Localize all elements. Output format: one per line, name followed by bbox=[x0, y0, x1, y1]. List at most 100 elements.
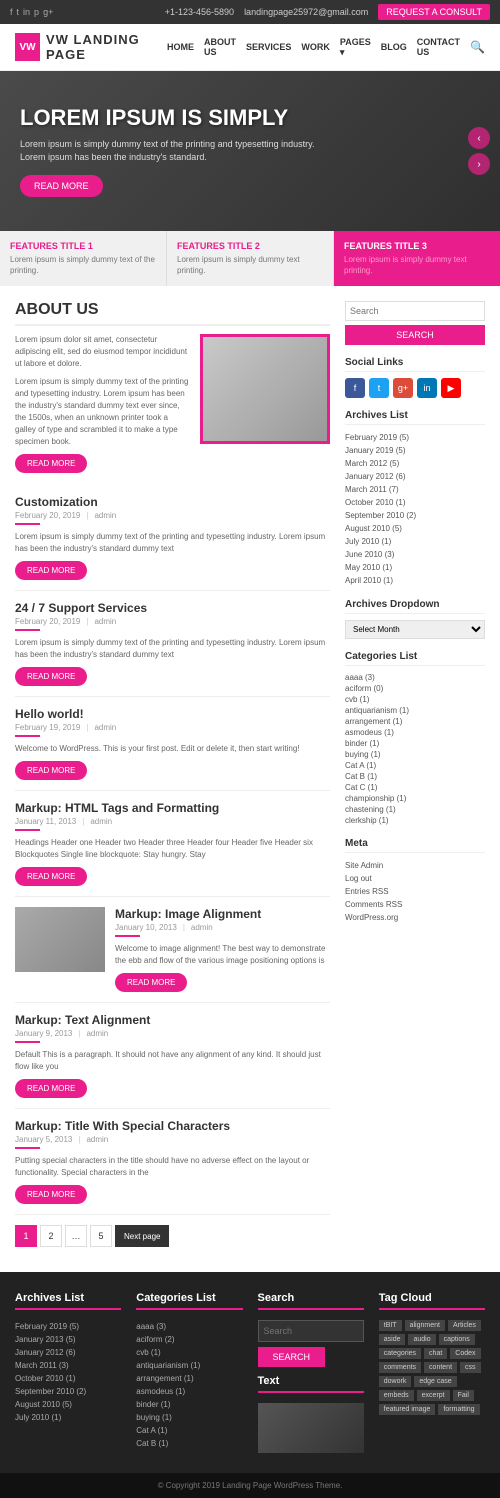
sidebar-googleplus-icon[interactable]: g+ bbox=[393, 378, 413, 398]
footer-archive-item[interactable]: March 2011 (3) bbox=[15, 1359, 121, 1372]
cat-item[interactable]: cvb (1) bbox=[345, 694, 485, 705]
tag-fail[interactable]: Fail bbox=[453, 1390, 474, 1401]
tag-captions[interactable]: captions bbox=[439, 1334, 475, 1345]
footer-cat-item[interactable]: aciform (2) bbox=[136, 1333, 242, 1346]
cat-item[interactable]: antiquarianism (1) bbox=[345, 705, 485, 716]
cat-item[interactable]: asmodeus (1) bbox=[345, 727, 485, 738]
footer-cat-item[interactable]: arrangement (1) bbox=[136, 1372, 242, 1385]
meta-entries-rss[interactable]: Entries RSS bbox=[345, 885, 485, 898]
post-read-more-3[interactable]: READ MORE bbox=[15, 761, 87, 780]
footer-archive-item[interactable]: October 2010 (1) bbox=[15, 1372, 121, 1385]
tag-codex[interactable]: Codex bbox=[450, 1348, 480, 1359]
archive-item[interactable]: March 2011 (7) bbox=[345, 483, 485, 496]
post-read-more-7[interactable]: READ MORE bbox=[15, 1185, 87, 1204]
page-5-button[interactable]: 5 bbox=[90, 1225, 112, 1247]
page-next-button[interactable]: Next page bbox=[115, 1225, 169, 1247]
about-read-more-button[interactable]: READ MORE bbox=[15, 454, 87, 473]
footer-cat-item[interactable]: cvb (1) bbox=[136, 1346, 242, 1359]
sidebar-linkedin-icon[interactable]: in bbox=[417, 378, 437, 398]
footer-cat-item[interactable]: Cat A (1) bbox=[136, 1424, 242, 1437]
archive-item[interactable]: January 2012 (6) bbox=[345, 470, 485, 483]
meta-site-admin[interactable]: Site Admin bbox=[345, 859, 485, 872]
nav-services[interactable]: SERVICES bbox=[246, 42, 291, 52]
cat-item[interactable]: championship (1) bbox=[345, 793, 485, 804]
archive-item[interactable]: October 2010 (1) bbox=[345, 496, 485, 509]
cat-item[interactable]: Cat B (1) bbox=[345, 771, 485, 782]
post-title-6[interactable]: Markup: Text Alignment bbox=[15, 1013, 330, 1027]
consult-button[interactable]: REQUEST A CONSULT bbox=[378, 4, 490, 20]
footer-archive-item[interactable]: July 2010 (1) bbox=[15, 1411, 121, 1424]
cat-item[interactable]: arrangement (1) bbox=[345, 716, 485, 727]
meta-wordpress[interactable]: WordPress.org bbox=[345, 911, 485, 924]
hero-read-more-button[interactable]: READ MORE bbox=[20, 175, 103, 197]
nav-contact[interactable]: CONTACT US bbox=[417, 37, 460, 57]
cat-item[interactable]: aaaa (3) bbox=[345, 672, 485, 683]
meta-comments-rss[interactable]: Comments RSS bbox=[345, 898, 485, 911]
tag-comments[interactable]: comments bbox=[379, 1362, 421, 1373]
nav-about[interactable]: ABOUT US bbox=[204, 37, 236, 57]
cat-item[interactable]: Cat A (1) bbox=[345, 760, 485, 771]
archive-item[interactable]: March 2012 (5) bbox=[345, 457, 485, 470]
cat-item[interactable]: binder (1) bbox=[345, 738, 485, 749]
sidebar-search-input[interactable] bbox=[345, 301, 485, 321]
footer-cat-item[interactable]: aaaa (3) bbox=[136, 1320, 242, 1333]
cat-item[interactable]: aciform (0) bbox=[345, 683, 485, 694]
page-2-button[interactable]: 2 bbox=[40, 1225, 62, 1247]
post-read-more-2[interactable]: READ MORE bbox=[15, 667, 87, 686]
cat-item[interactable]: buying (1) bbox=[345, 749, 485, 760]
archive-item[interactable]: May 2010 (1) bbox=[345, 561, 485, 574]
tag-dowork[interactable]: dowork bbox=[379, 1376, 412, 1387]
post-title-2[interactable]: 24 / 7 Support Services bbox=[15, 601, 330, 615]
nav-work[interactable]: WORK bbox=[301, 42, 330, 52]
tag-edge-case[interactable]: edge case bbox=[414, 1376, 456, 1387]
tag-articles[interactable]: Articles bbox=[448, 1320, 481, 1331]
footer-archive-item[interactable]: January 2013 (5) bbox=[15, 1333, 121, 1346]
footer-archive-item[interactable]: February 2019 (5) bbox=[15, 1320, 121, 1333]
sidebar-twitter-icon[interactable]: t bbox=[369, 378, 389, 398]
tag-chat[interactable]: chat bbox=[424, 1348, 447, 1359]
footer-cat-item[interactable]: asmodeus (1) bbox=[136, 1385, 242, 1398]
footer-cat-item[interactable]: buying (1) bbox=[136, 1411, 242, 1424]
nav-home[interactable]: HOME bbox=[167, 42, 194, 52]
cat-item[interactable]: clerkship (1) bbox=[345, 815, 485, 826]
archive-item[interactable]: February 2019 (5) bbox=[345, 431, 485, 444]
footer-search-input[interactable] bbox=[258, 1320, 364, 1342]
linkedin-icon[interactable]: p bbox=[34, 7, 39, 17]
archive-item[interactable]: April 2010 (1) bbox=[345, 574, 485, 587]
post-title-5[interactable]: Markup: Image Alignment bbox=[115, 907, 330, 921]
sidebar-facebook-icon[interactable]: f bbox=[345, 378, 365, 398]
tag-content[interactable]: content bbox=[424, 1362, 457, 1373]
post-read-more-6[interactable]: READ MORE bbox=[15, 1079, 87, 1098]
sidebar-youtube-icon[interactable]: ▶ bbox=[441, 378, 461, 398]
hero-prev-button[interactable]: ‹ bbox=[468, 127, 490, 149]
sidebar-search-button[interactable]: SEARCH bbox=[345, 325, 485, 345]
tag-featured-image[interactable]: featured image bbox=[379, 1404, 436, 1415]
post-read-more-1[interactable]: READ MORE bbox=[15, 561, 87, 580]
post-title-4[interactable]: Markup: HTML Tags and Formatting bbox=[15, 801, 330, 815]
archives-dropdown[interactable]: Select Month bbox=[345, 620, 485, 639]
nav-pages[interactable]: PAGES ▾ bbox=[340, 37, 371, 58]
archive-item[interactable]: July 2010 (1) bbox=[345, 535, 485, 548]
tag-css[interactable]: css bbox=[460, 1362, 481, 1373]
page-1-button[interactable]: 1 bbox=[15, 1225, 37, 1247]
cat-item[interactable]: Cat C (1) bbox=[345, 782, 485, 793]
search-icon[interactable]: 🔍 bbox=[470, 40, 485, 54]
tag-embeds[interactable]: embeds bbox=[379, 1390, 414, 1401]
archive-item[interactable]: August 2010 (5) bbox=[345, 522, 485, 535]
meta-log-out[interactable]: Log out bbox=[345, 872, 485, 885]
footer-cat-item[interactable]: antiquarianism (1) bbox=[136, 1359, 242, 1372]
footer-archive-item[interactable]: January 2012 (6) bbox=[15, 1346, 121, 1359]
tag-aside[interactable]: aside bbox=[379, 1334, 406, 1345]
tag-alignment[interactable]: alignment bbox=[405, 1320, 445, 1331]
googleplus-icon[interactable]: g+ bbox=[43, 7, 53, 17]
tag-formatting[interactable]: formatting bbox=[438, 1404, 479, 1415]
post-title-1[interactable]: Customization bbox=[15, 495, 330, 509]
post-title-3[interactable]: Hello world! bbox=[15, 707, 330, 721]
post-read-more-4[interactable]: READ MORE bbox=[15, 867, 87, 886]
footer-search-button[interactable]: SEARCH bbox=[258, 1347, 326, 1367]
archive-item[interactable]: September 2010 (2) bbox=[345, 509, 485, 522]
tag-tbit[interactable]: tBIT bbox=[379, 1320, 402, 1331]
instagram-icon[interactable]: in bbox=[23, 7, 30, 17]
archive-item[interactable]: June 2010 (3) bbox=[345, 548, 485, 561]
footer-archive-item[interactable]: August 2010 (5) bbox=[15, 1398, 121, 1411]
